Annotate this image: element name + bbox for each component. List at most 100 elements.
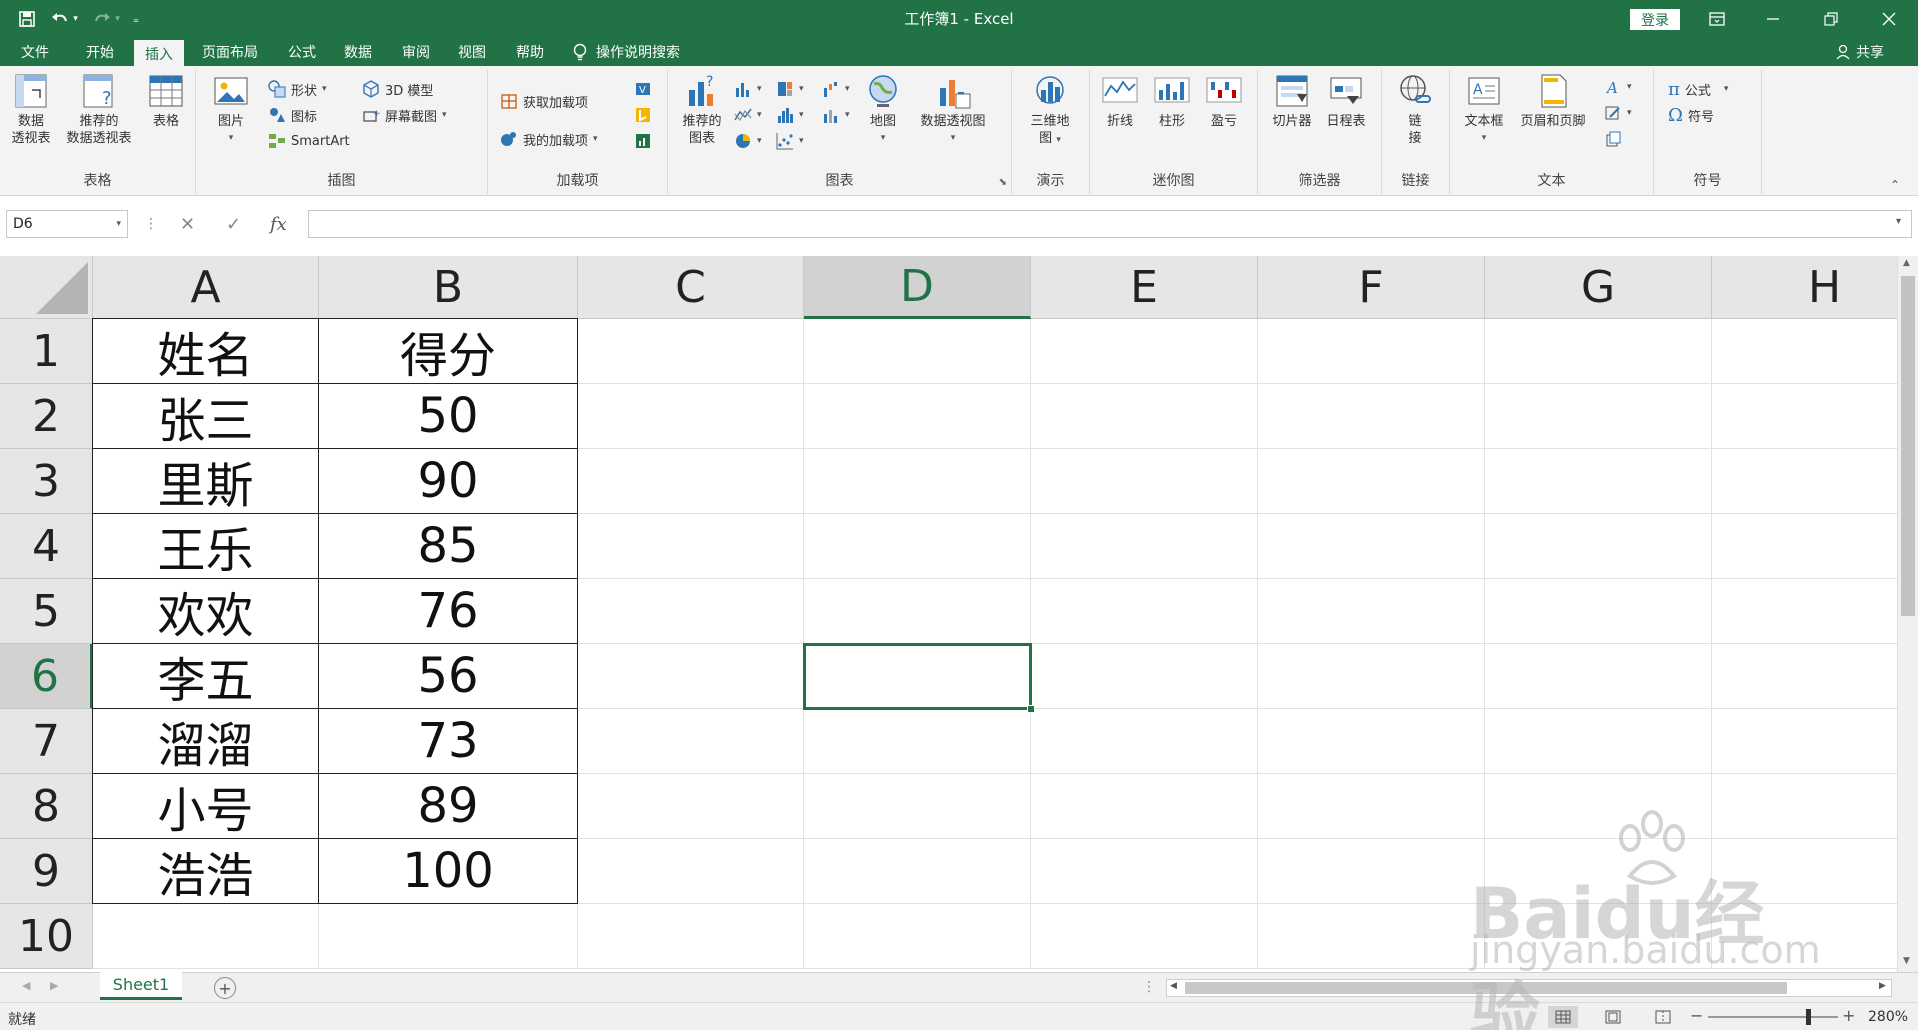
cell-c2[interactable] [578,384,804,449]
sparkline-column-button[interactable]: 柱形 [1150,72,1194,130]
tell-me-search[interactable]: 操作说明搜索 [572,37,680,66]
timeline-button[interactable]: 日程表 [1320,72,1372,130]
cell-d10[interactable] [804,904,1031,969]
share-button[interactable]: 共享 [1836,37,1884,66]
select-all-button[interactable] [0,256,93,319]
cell-b8[interactable]: 89 [318,773,578,839]
cell-h2[interactable] [1712,384,1897,449]
people-graph-button[interactable] [634,130,652,152]
cell-b2[interactable]: 50 [318,383,578,449]
scatter-chart-button[interactable]: ▾ [776,130,804,152]
tab-home[interactable]: 开始 [70,37,130,66]
column-header-h[interactable]: H [1712,256,1897,319]
column-chart-button[interactable]: ▾ [734,78,762,100]
cell-e5[interactable] [1031,579,1258,644]
waterfall-chart-button[interactable]: ▾ [822,78,850,100]
cell-c5[interactable] [578,579,804,644]
horizontal-scroll-thumb[interactable] [1185,982,1787,994]
row-header-7[interactable]: 7 [0,709,93,774]
zoom-in-icon[interactable]: + [1842,1006,1855,1025]
prev-sheet-icon[interactable]: ◀ [22,979,30,992]
tab-formulas[interactable]: 公式 [278,37,326,66]
cell-f7[interactable] [1258,709,1485,774]
column-header-b[interactable]: B [319,256,578,319]
column-header-c[interactable]: C [578,256,804,319]
page-break-view-icon[interactable] [1648,1006,1678,1028]
cell-g4[interactable] [1485,514,1712,579]
cell-a6[interactable]: 李五 [92,643,319,709]
add-sheet-icon[interactable]: + [214,977,236,999]
cell-b10[interactable] [319,904,578,969]
combo-chart-button[interactable]: ▾ [822,104,850,126]
minimize-icon[interactable] [1750,0,1796,37]
cell-f8[interactable] [1258,774,1485,839]
cell-d2[interactable] [804,384,1031,449]
cell-g6[interactable] [1485,644,1712,709]
cell-g8[interactable] [1485,774,1712,839]
cell-a3[interactable]: 里斯 [92,448,319,514]
cell-f1[interactable] [1258,319,1485,384]
column-header-g[interactable]: G [1485,256,1712,319]
cell-d5[interactable] [804,579,1031,644]
cell-h10[interactable] [1712,904,1897,969]
cell-f2[interactable] [1258,384,1485,449]
cell-e4[interactable] [1031,514,1258,579]
active-cell-outline[interactable] [803,643,1032,710]
cell-c8[interactable] [578,774,804,839]
name-box[interactable]: D6 ▾ [6,210,128,238]
link-button[interactable]: 链 接 [1392,72,1438,147]
cell-f6[interactable] [1258,644,1485,709]
cell-c9[interactable] [578,839,804,904]
row-header-5[interactable]: 5 [0,579,93,644]
sparkline-line-button[interactable]: 折线 [1098,72,1142,130]
cell-e2[interactable] [1031,384,1258,449]
slicer-button[interactable]: 切片器 [1266,72,1318,130]
statistic-chart-button[interactable]: ▾ [776,104,804,126]
horizontal-scrollbar[interactable]: ◀ ▶ [1166,979,1892,997]
cell-a10[interactable] [93,904,319,969]
cell-h8[interactable] [1712,774,1897,839]
cell-c1[interactable] [578,319,804,384]
row-header-10[interactable]: 10 [0,904,93,969]
restore-icon[interactable] [1808,0,1854,37]
bing-maps-button[interactable] [634,104,652,126]
more-options-icon[interactable]: ⋮ [144,210,158,238]
cell-f9[interactable] [1258,839,1485,904]
close-icon[interactable] [1866,0,1912,37]
cell-c4[interactable] [578,514,804,579]
column-header-e[interactable]: E [1031,256,1258,319]
cell-e9[interactable] [1031,839,1258,904]
cell-h7[interactable] [1712,709,1897,774]
column-header-d[interactable]: D [804,256,1031,319]
shapes-button[interactable]: 形状 ▾ [268,78,327,100]
cell-h4[interactable] [1712,514,1897,579]
tab-insert[interactable]: 插入 [134,40,184,67]
wordart-button[interactable]: A ▾ [1604,76,1632,98]
tab-file[interactable]: 文件 [8,37,62,66]
3d-models-button[interactable]: 3D 模型 [362,78,433,100]
cell-c3[interactable] [578,449,804,514]
login-button[interactable]: 登录 [1630,9,1680,30]
textbox-button[interactable]: A 文本框 ▾ [1458,72,1510,147]
signature-line-button[interactable]: ▾ [1604,102,1632,124]
cell-b7[interactable]: 73 [318,708,578,774]
tab-review[interactable]: 审阅 [392,37,440,66]
cell-a2[interactable]: 张三 [92,383,319,449]
table-button[interactable]: 表格 [142,72,190,130]
cell-h6[interactable] [1712,644,1897,709]
dialog-launcher-icon[interactable]: ⬊ [999,177,1007,188]
object-button[interactable] [1604,128,1622,150]
cell-f5[interactable] [1258,579,1485,644]
expand-formula-bar-icon[interactable]: ▾ [1896,216,1901,227]
zoom-slider[interactable] [1708,1016,1838,1018]
pictures-button[interactable]: 图片 ▾ [210,72,252,147]
scroll-right-icon[interactable]: ▶ [1879,981,1886,991]
cell-d9[interactable] [804,839,1031,904]
icons-button[interactable]: 图标 [268,104,317,126]
cell-a9[interactable]: 浩浩 [92,838,319,904]
cell-c7[interactable] [578,709,804,774]
sparkline-winloss-button[interactable]: 盈亏 [1202,72,1246,130]
row-header-1[interactable]: 1 [0,319,93,384]
row-header-9[interactable]: 9 [0,839,93,904]
line-chart-button[interactable]: ▾ [734,104,762,126]
